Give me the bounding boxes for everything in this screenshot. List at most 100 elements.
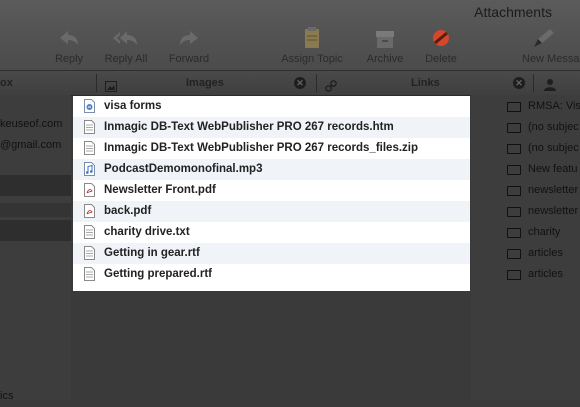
list-item[interactable]: ics <box>0 386 71 407</box>
tab-links-label: Links <box>411 77 440 89</box>
envelope-icon <box>507 123 521 133</box>
list-item[interactable] <box>0 95 71 116</box>
subject-text: articles <box>528 268 563 280</box>
close-icon[interactable]: ✕ <box>294 77 306 89</box>
envelope-icon <box>507 144 521 154</box>
table-row[interactable]: charity <box>471 222 580 243</box>
reply-label: Reply <box>54 53 84 65</box>
reply-icon <box>54 27 84 49</box>
subject-text: New featu <box>528 163 578 175</box>
subject-text: (no subjec <box>528 121 579 133</box>
assign-topic-button[interactable]: Assign Topic <box>276 27 348 65</box>
message-list: RMSA: Vis (no subjec (no subjec New feat… <box>471 95 580 400</box>
attachment-item[interactable]: Inmagic DB-Text WebPublisher PRO 267 rec… <box>73 117 470 138</box>
subject-text: newsletter <box>528 184 579 196</box>
forward-icon <box>174 27 204 49</box>
reply-all-label: Reply All <box>104 53 148 65</box>
attachment-item[interactable]: visa forms <box>73 96 470 117</box>
envelope-icon <box>507 207 521 217</box>
envelope-icon <box>507 102 521 112</box>
list-item-text: keuseof.com <box>0 118 63 130</box>
link-file-icon <box>84 99 95 113</box>
tab-contacts[interactable] <box>534 71 580 95</box>
table-row[interactable]: RMSA: Vis <box>471 96 580 117</box>
document-icon <box>84 246 95 260</box>
pdf-file-icon <box>84 204 95 218</box>
table-row[interactable]: (no subjec <box>471 117 580 138</box>
envelope-icon <box>507 249 521 259</box>
document-icon <box>84 225 95 239</box>
list-item-text: @gmail.com <box>0 139 62 151</box>
delete-icon <box>426 27 456 49</box>
subject-text: charity <box>528 226 561 238</box>
document-icon <box>84 267 95 281</box>
attachment-name: PodcastDemomonofinal.mp3 <box>104 163 263 175</box>
envelope-icon <box>507 228 521 238</box>
attachment-name: Inmagic DB-Text WebPublisher PRO 267 rec… <box>104 142 418 154</box>
list-item[interactable] <box>0 175 71 196</box>
table-row[interactable]: articles <box>471 264 580 285</box>
new-message-button[interactable]: New Messa <box>522 27 580 65</box>
toolbar: Attachments Reply Reply All Forward Assi… <box>0 0 580 70</box>
attachment-name: Getting prepared.rtf <box>104 268 212 280</box>
attachment-name: visa forms <box>104 100 162 112</box>
attachment-name: Newsletter Front.pdf <box>104 184 216 196</box>
attachment-name: Getting in gear.rtf <box>104 247 200 259</box>
list-item[interactable] <box>0 220 71 241</box>
new-message-icon <box>530 27 560 49</box>
archive-button[interactable]: Archive <box>362 27 408 65</box>
audio-file-icon <box>84 162 95 176</box>
table-row[interactable]: articles <box>471 243 580 264</box>
tab-images-label: Images <box>186 77 224 89</box>
envelope-icon <box>507 165 521 175</box>
table-row[interactable]: New featu <box>471 159 580 180</box>
attachment-name: charity drive.txt <box>104 226 190 238</box>
forward-button[interactable]: Forward <box>165 27 213 65</box>
archive-icon <box>370 27 400 49</box>
reply-all-button[interactable]: Reply All <box>101 27 151 65</box>
close-icon[interactable]: ✕ <box>513 77 525 89</box>
envelope-icon <box>507 186 521 196</box>
subject-text: (no subjec <box>528 142 579 154</box>
pdf-file-icon <box>84 183 95 197</box>
tab-inbox[interactable]: ox <box>0 71 95 95</box>
tab-images[interactable]: Images ✕ <box>97 71 315 95</box>
delete-label: Delete <box>425 53 457 65</box>
attachment-name: Inmagic DB-Text WebPublisher PRO 267 rec… <box>104 121 394 133</box>
reply-button[interactable]: Reply <box>52 27 86 65</box>
reply-all-icon <box>111 27 141 49</box>
subject-text: RMSA: Vis <box>528 100 580 112</box>
tab-links[interactable]: Links ✕ <box>317 71 532 95</box>
tab-bar: ox Images ✕ Links ✕ <box>0 70 580 96</box>
envelope-icon <box>507 270 521 280</box>
attachment-item[interactable]: Getting in gear.rtf <box>73 243 470 264</box>
attachment-item[interactable]: charity drive.txt <box>73 222 470 243</box>
assign-topic-label: Assign Topic <box>281 53 343 65</box>
table-row[interactable]: newsletter <box>471 201 580 222</box>
list-item[interactable]: @gmail.com <box>0 135 71 156</box>
archive-label: Archive <box>366 53 404 65</box>
table-row[interactable]: newsletter <box>471 180 580 201</box>
document-icon <box>84 120 95 134</box>
attachment-item[interactable]: PodcastDemomonofinal.mp3 <box>73 159 470 180</box>
subject-text: newsletter <box>528 205 579 217</box>
list-item-text: ics <box>0 390 14 402</box>
attachment-item[interactable]: Getting prepared.rtf <box>73 264 470 285</box>
table-row[interactable]: (no subjec <box>471 138 580 159</box>
attachment-name: back.pdf <box>104 205 152 217</box>
assign-topic-icon <box>297 27 327 49</box>
attachment-item[interactable]: Newsletter Front.pdf <box>73 180 470 201</box>
attachment-item[interactable]: Inmagic DB-Text WebPublisher PRO 267 rec… <box>73 138 470 159</box>
delete-button[interactable]: Delete <box>420 27 462 65</box>
tab-inbox-label: ox <box>0 77 13 89</box>
new-message-label: New Messa <box>522 53 580 65</box>
attachments-popup: visa forms Inmagic DB-Text WebPublisher … <box>73 96 470 291</box>
list-item[interactable]: keuseof.com <box>0 114 71 135</box>
attachment-item[interactable]: back.pdf <box>73 201 470 222</box>
window-title: Attachments <box>474 4 552 20</box>
document-icon <box>84 141 95 155</box>
mailbox-list: keuseof.com @gmail.com ics <box>0 95 71 402</box>
forward-label: Forward <box>168 53 210 65</box>
list-item[interactable] <box>0 203 71 217</box>
subject-text: articles <box>528 247 563 259</box>
